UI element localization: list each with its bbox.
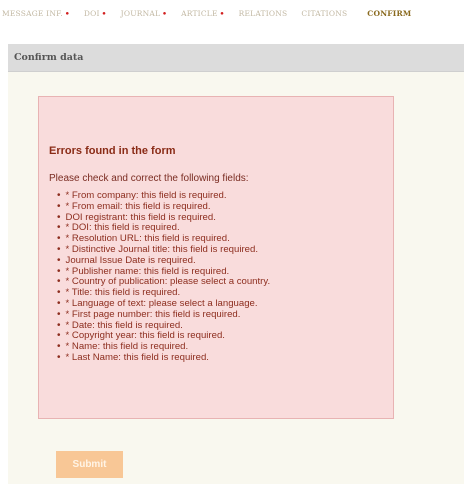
tab-confirm[interactable]: CONFIRM — [367, 9, 411, 18]
panel-title: Confirm data — [8, 44, 464, 72]
confirm-panel: Confirm data Errors found in the form Pl… — [8, 44, 464, 484]
tab-label: RELATIONS — [238, 9, 288, 18]
required-marker: • — [219, 9, 225, 18]
tab-message-inf[interactable]: MESSAGE INF. • — [2, 9, 70, 18]
error-title: Errors found in the form — [49, 145, 176, 157]
error-item: Journal Issue Date is required. — [57, 255, 270, 267]
tab-label: DOI — [83, 9, 100, 18]
error-item: * From email: this field is required. — [57, 201, 270, 213]
required-marker: • — [162, 9, 168, 18]
tab-label: CITATIONS — [301, 9, 348, 18]
tab-relations[interactable]: RELATIONS — [239, 9, 288, 18]
tab-doi[interactable]: DOI • — [84, 9, 107, 18]
wizard-tabs: MESSAGE INF. • DOI • JOURNAL • ARTICLE • RELATIO… — [0, 0, 470, 26]
error-box: Errors found in the form Please check an… — [38, 96, 394, 419]
tab-journal[interactable]: JOURNAL • — [121, 9, 167, 18]
error-list: * From company: this field is required.*… — [57, 190, 271, 364]
required-marker: • — [101, 9, 107, 18]
error-item: * First page number: this field is requi… — [57, 309, 270, 321]
tab-citations[interactable]: CITATIONS — [301, 9, 347, 18]
tab-label: ARTICLE — [181, 9, 218, 18]
required-marker: • — [64, 9, 70, 18]
tab-label: CONFIRM — [367, 9, 412, 18]
tab-article[interactable]: ARTICLE • — [181, 9, 225, 18]
error-intro: Please check and correct the following f… — [49, 173, 249, 184]
error-item: * Last Name: this field is required. — [57, 352, 270, 364]
submit-button[interactable]: Submit — [56, 451, 123, 478]
tab-label: JOURNAL — [120, 9, 161, 18]
tab-label: MESSAGE INF. — [2, 9, 63, 18]
